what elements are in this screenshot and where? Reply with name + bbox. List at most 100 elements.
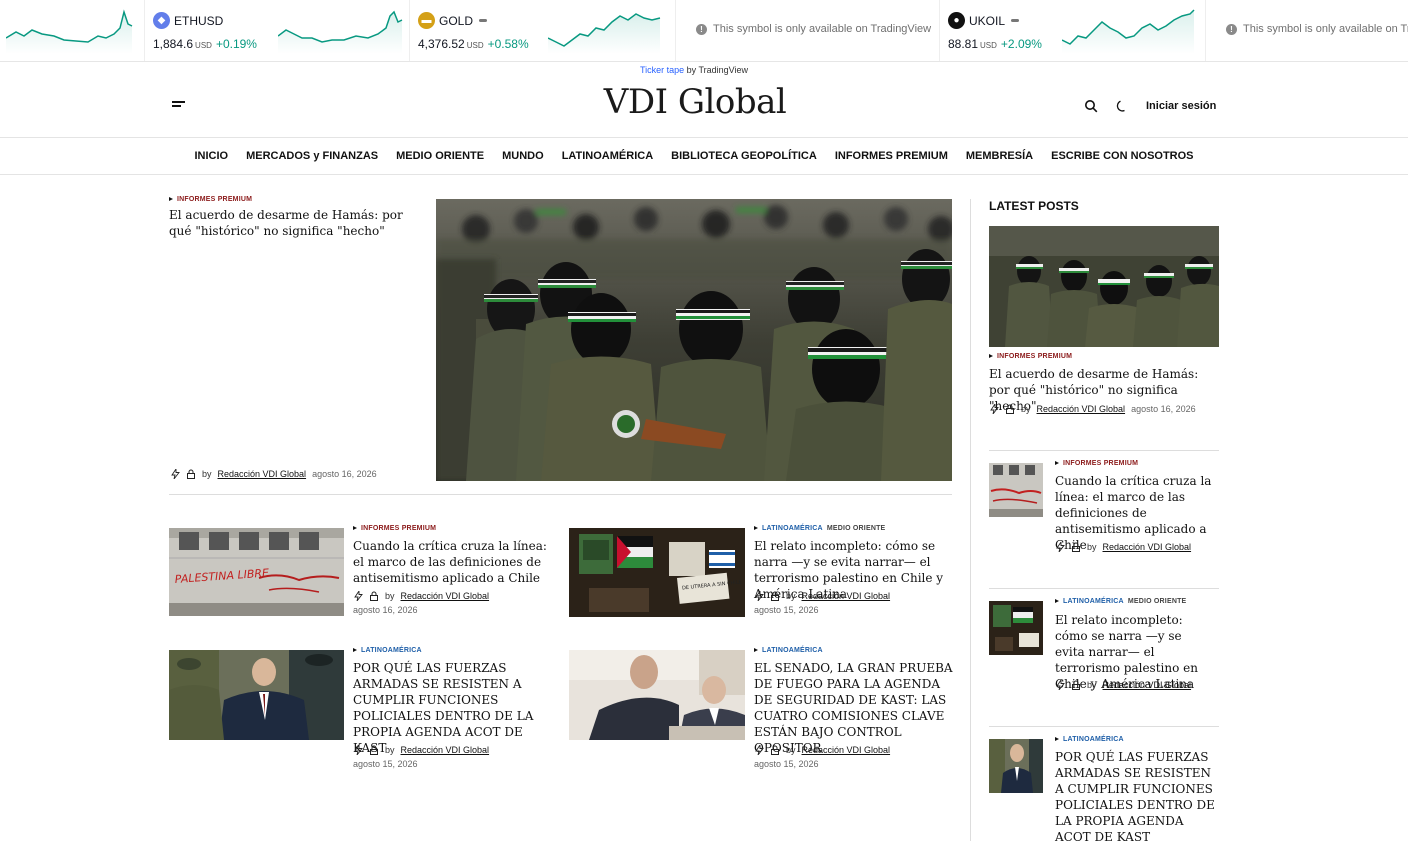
unavailable-message: This symbol is only available on Trading…	[713, 23, 932, 35]
featured-meta: by Redacción VDI Global agosto 16, 2026	[171, 469, 377, 479]
nav-item-inicio[interactable]: INICIO	[194, 150, 228, 162]
by-label: by	[385, 745, 395, 755]
card-meta: by Redacción VDI Global	[755, 591, 890, 601]
card-image-senado[interactable]	[569, 650, 745, 740]
by-label: by	[786, 745, 796, 755]
ticker-item-ethusd[interactable]: ◆ ETHUSD 1,884.6 USD +0.19%	[145, 0, 410, 61]
gold-icon: ▬	[418, 12, 435, 29]
sidebar-post-title[interactable]: Cuando la crítica cruza la línea: el mar…	[1055, 473, 1215, 553]
by-label: by	[1087, 542, 1097, 552]
lock-icon	[1072, 542, 1080, 552]
featured-title[interactable]: El acuerdo de desarme de Hamás: por qué …	[169, 207, 414, 239]
card-title[interactable]: POR QUÉ LAS FUERZAS ARMADAS SE RESISTEN …	[353, 660, 553, 756]
sidebar-thumb-fuerzas[interactable]	[989, 739, 1043, 793]
market-closed-icon	[479, 19, 488, 22]
lock-icon	[1072, 680, 1080, 690]
search-icon[interactable]	[1084, 99, 1098, 113]
bolt-icon	[755, 591, 764, 601]
nav-item-mundo[interactable]: MUNDO	[502, 150, 544, 162]
by-label: by	[385, 591, 395, 601]
featured-category[interactable]: INFORMES PREMIUM	[169, 196, 252, 203]
nav-item-membresia[interactable]: MEMBRESÍA	[966, 150, 1033, 162]
nav-item-latinoamerica[interactable]: LATINOAMÉRICA	[562, 150, 653, 162]
ticker-currency: USD	[466, 41, 484, 50]
ticker-item-prev[interactable]	[0, 0, 145, 61]
ticker-item-unavailable-2[interactable]: ! This symbol is only available on Tradin…	[1206, 0, 1408, 61]
lock-icon	[187, 469, 195, 479]
ticker-value: 1,884.6	[153, 37, 194, 51]
category-label[interactable]: LATINOAMÉRICA	[762, 525, 823, 532]
post-date: agosto 15, 2026	[353, 759, 418, 769]
post-date: agosto 16, 2026	[312, 469, 377, 479]
ticker-currency: USD	[195, 41, 212, 50]
nav-item-escribe[interactable]: ESCRIBE CON NOSOTROS	[1051, 150, 1193, 162]
sidebar-meta: by Redacción VDI Global	[1056, 542, 1191, 552]
sidebar-thumb-relato[interactable]	[989, 601, 1043, 655]
category-label[interactable]: INFORMES PREMIUM	[997, 353, 1072, 360]
login-button[interactable]: Iniciar sesión	[1146, 100, 1216, 112]
nav-item-mercados[interactable]: MERCADOS y FINANZAS	[246, 150, 378, 162]
sidebar-heading: LATEST POSTS	[989, 199, 1079, 213]
category-label[interactable]: LATINOAMÉRICA	[762, 647, 823, 654]
category-label[interactable]: INFORMES PREMIUM	[177, 196, 252, 203]
sidebar-separator	[989, 450, 1219, 451]
nav-item-informes-premium[interactable]: INFORMES PREMIUM	[835, 150, 948, 162]
card-category[interactable]: INFORMES PREMIUM	[353, 525, 436, 532]
card-meta: by Redacción VDI Global	[755, 745, 890, 755]
bolt-icon	[171, 469, 180, 479]
sidebar-thumb-antisemitismo[interactable]	[989, 463, 1043, 517]
card-image-relato-incompleto[interactable]: DE UTRERA A SIN CHILE	[569, 528, 745, 617]
author-link[interactable]: Redacción VDI Global	[401, 745, 490, 755]
author-link[interactable]: Redacción VDI Global	[1103, 542, 1192, 552]
post-date: agosto 16, 2026	[353, 605, 418, 615]
bolt-icon	[1056, 680, 1065, 690]
sidebar-post-title[interactable]: POR QUÉ LAS FUERZAS ARMADAS SE RESISTEN …	[1055, 749, 1215, 841]
category-label-secondary[interactable]: MEDIO ORIENTE	[1128, 598, 1187, 605]
bolt-icon	[1056, 542, 1065, 552]
ticker-symbol: GOLD	[439, 13, 474, 28]
author-link[interactable]: Redacción VDI Global	[1037, 404, 1126, 414]
ticker-symbol: ETHUSD	[174, 13, 224, 28]
post-date: agosto 15, 2026	[754, 759, 819, 769]
card-meta: by Redacción VDI Global	[354, 745, 489, 755]
category-label[interactable]: LATINOAMÉRICA	[1063, 736, 1124, 743]
card-image-antisemitismo[interactable]: PALESTINA LIBRE	[169, 528, 344, 616]
sidebar-category[interactable]: LATINOAMÉRICA	[1055, 736, 1124, 743]
bolt-icon	[354, 591, 363, 601]
lock-icon	[1006, 404, 1014, 414]
sidebar-category[interactable]: INFORMES PREMIUM	[989, 353, 1072, 360]
moon-icon[interactable]	[1115, 99, 1129, 113]
author-link[interactable]: Redacción VDI Global	[802, 591, 891, 601]
sidebar-category[interactable]: INFORMES PREMIUM	[1055, 460, 1138, 467]
lock-icon	[370, 591, 378, 601]
by-label: by	[202, 469, 212, 479]
info-icon: !	[696, 23, 707, 35]
category-label[interactable]: INFORMES PREMIUM	[361, 525, 436, 532]
category-label[interactable]: INFORMES PREMIUM	[1063, 460, 1138, 467]
nav-item-biblioteca[interactable]: BIBLIOTECA GEOPOLÍTICA	[671, 150, 817, 162]
sidebar-image-hamas[interactable]	[989, 226, 1219, 347]
author-link[interactable]: Redacción VDI Global	[1103, 680, 1192, 690]
category-label-secondary[interactable]: MEDIO ORIENTE	[827, 525, 886, 532]
author-link[interactable]: Redacción VDI Global	[218, 469, 307, 479]
card-category[interactable]: LATINOAMÉRICA MEDIO ORIENTE	[754, 525, 885, 532]
card-category[interactable]: LATINOAMÉRICA	[353, 647, 422, 654]
sidebar-separator	[989, 726, 1219, 727]
card-image-fuerzas-armadas[interactable]	[169, 650, 344, 740]
card-title[interactable]: Cuando la crítica cruza la línea: el mar…	[353, 538, 558, 586]
featured-image[interactable]	[436, 199, 952, 481]
category-label[interactable]: LATINOAMÉRICA	[361, 647, 422, 654]
ticker-item-ukoil[interactable]: ● UKOIL 88.81 USD +2.09%	[940, 0, 1206, 61]
lock-icon	[771, 745, 779, 755]
ticker-item-unavailable[interactable]: ! This symbol is only available on Tradin…	[676, 0, 940, 61]
author-link[interactable]: Redacción VDI Global	[802, 745, 891, 755]
ticker-item-gold[interactable]: ▬ GOLD 4,376.52 USD +0.58%	[410, 0, 676, 61]
nav-item-medio-oriente[interactable]: MEDIO ORIENTE	[396, 150, 484, 162]
sidebar-meta: by Redacción VDI Global agosto 16, 2026	[990, 404, 1196, 414]
category-label[interactable]: LATINOAMÉRICA	[1063, 598, 1124, 605]
ticker-credit-link[interactable]: Ticker tape	[640, 65, 684, 75]
author-link[interactable]: Redacción VDI Global	[401, 591, 490, 601]
card-category[interactable]: LATINOAMÉRICA	[754, 647, 823, 654]
card-title[interactable]: EL SENADO, LA GRAN PRUEBA DE FUEGO PARA …	[754, 660, 958, 756]
sidebar-category[interactable]: LATINOAMÉRICA MEDIO ORIENTE	[1055, 598, 1186, 605]
